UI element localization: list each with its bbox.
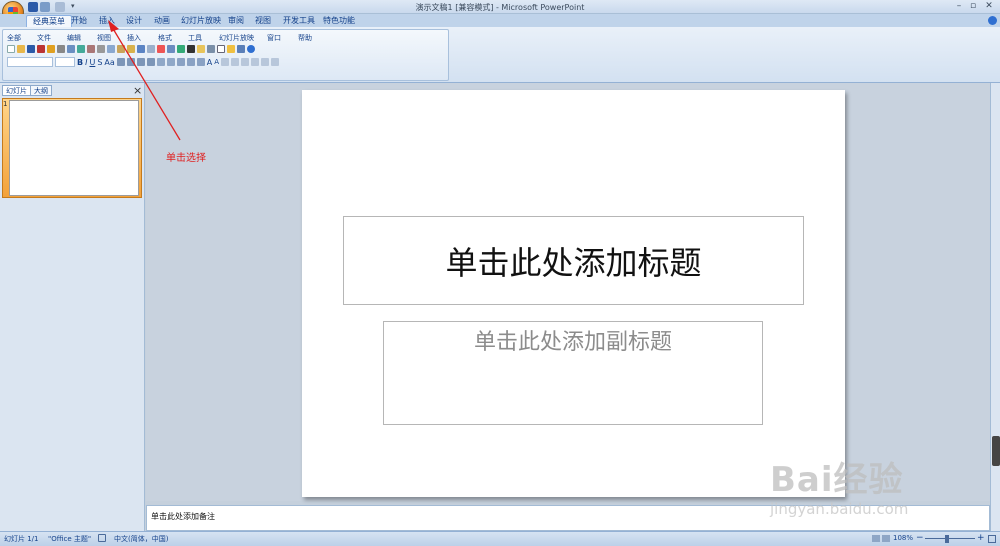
scrollbar-thumb[interactable] bbox=[992, 436, 1000, 466]
annotation-arrow-line bbox=[111, 26, 181, 141]
window-title: 演示文稿1 [兼容模式] - Microsoft PowerPoint bbox=[415, 3, 585, 12]
menu-all[interactable]: 全部 bbox=[7, 33, 21, 43]
quick-styles-icon[interactable] bbox=[251, 58, 260, 66]
zoom-icon[interactable] bbox=[237, 45, 245, 53]
slide-thumbnail-number: 1 bbox=[3, 100, 8, 108]
save-icon[interactable] bbox=[27, 45, 35, 53]
watermark-url: jingyan.baidu.com bbox=[770, 500, 909, 518]
shape-outline-icon[interactable] bbox=[271, 58, 280, 66]
decrease-font-icon[interactable]: A bbox=[214, 58, 219, 66]
annotation-text: 单击选择 bbox=[166, 153, 206, 164]
annotation-arrow bbox=[108, 20, 181, 141]
menu-edit[interactable]: 编辑 bbox=[67, 33, 81, 43]
language-status[interactable]: 中文(简体，中国) bbox=[114, 534, 168, 544]
restore-icon[interactable]: ▫ bbox=[966, 1, 980, 12]
menu-window[interactable]: 窗口 bbox=[267, 33, 281, 43]
classic-menu-panel: 全部 文件 编辑 视图 插入 格式 工具 幻灯片放映 窗口 帮助 B I U S… bbox=[2, 29, 449, 81]
tab-home[interactable]: 开始 bbox=[65, 15, 93, 27]
help-icon[interactable] bbox=[988, 16, 997, 25]
font-name-select[interactable] bbox=[7, 57, 53, 67]
slide-sorter-icon[interactable] bbox=[882, 535, 890, 542]
tab-slides[interactable]: 幻灯片 bbox=[2, 85, 31, 96]
menu-file[interactable]: 文件 bbox=[37, 33, 51, 43]
open-icon[interactable] bbox=[17, 45, 25, 53]
clear-format-icon[interactable] bbox=[221, 58, 230, 66]
title-placeholder[interactable]: 单击此处添加标题 bbox=[343, 216, 804, 305]
tab-features[interactable]: 特色功能 bbox=[317, 15, 361, 27]
spelling-icon[interactable] bbox=[77, 45, 85, 53]
zoom-out-icon[interactable]: − bbox=[916, 533, 924, 543]
font-size-select[interactable] bbox=[55, 57, 75, 67]
tab-outline[interactable]: 大纲 bbox=[30, 85, 52, 96]
shapes-icon[interactable] bbox=[231, 58, 240, 66]
new-slide-icon[interactable] bbox=[197, 45, 205, 53]
slide-layout-icon[interactable] bbox=[207, 45, 215, 53]
subtitle-placeholder[interactable]: 单击此处添加副标题 bbox=[383, 321, 763, 425]
print-icon[interactable] bbox=[57, 45, 65, 53]
shape-fill-icon[interactable] bbox=[261, 58, 270, 66]
zoom-in-icon[interactable]: + bbox=[977, 533, 985, 543]
print-preview-icon[interactable] bbox=[67, 45, 75, 53]
fit-window-icon[interactable] bbox=[988, 535, 996, 543]
permission-icon[interactable] bbox=[37, 45, 45, 53]
slide-count: 幻灯片 1/1 bbox=[4, 535, 39, 543]
menu-tools[interactable]: 工具 bbox=[188, 33, 202, 43]
menu-slideshow[interactable]: 幻灯片放映 bbox=[219, 33, 254, 43]
new-icon[interactable] bbox=[7, 45, 15, 53]
email-icon[interactable] bbox=[47, 45, 55, 53]
tab-review[interactable]: 审阅 bbox=[222, 15, 250, 27]
menu-help[interactable]: 帮助 bbox=[298, 33, 312, 43]
folder-icon[interactable] bbox=[227, 45, 235, 53]
underline-icon[interactable]: U bbox=[89, 58, 95, 67]
indent-icon[interactable] bbox=[196, 58, 205, 66]
tab-developer[interactable]: 开发工具 bbox=[277, 15, 321, 27]
zoom-level[interactable]: 108% bbox=[893, 534, 913, 542]
title-bar: ▾ 演示文稿1 [兼容模式] - Microsoft PowerPoint – … bbox=[0, 0, 1000, 23]
zoom-slider-thumb[interactable] bbox=[945, 535, 949, 543]
close-icon[interactable]: ✕ bbox=[982, 1, 996, 12]
status-bar: 幻灯片 1/1 "Office 主题" 中文(简体，中国) 108% − + bbox=[0, 531, 1000, 546]
spellcheck-icon[interactable] bbox=[98, 534, 106, 542]
watermark-brand: Bai经验 bbox=[770, 460, 904, 500]
italic-icon[interactable]: I bbox=[85, 58, 87, 67]
help-icon[interactable] bbox=[247, 45, 255, 53]
bold-icon[interactable]: B bbox=[77, 58, 83, 67]
arrange-icon[interactable] bbox=[241, 58, 250, 66]
zoom-slider[interactable] bbox=[925, 538, 975, 539]
tab-view[interactable]: 视图 bbox=[249, 15, 277, 27]
theme-name: "Office 主题" bbox=[48, 535, 92, 543]
research-icon[interactable] bbox=[87, 45, 95, 53]
annotation-arrow-head bbox=[108, 20, 119, 32]
minimize-icon[interactable]: – bbox=[952, 1, 966, 12]
increase-font-icon[interactable]: A bbox=[207, 58, 212, 67]
normal-view-icon[interactable] bbox=[872, 535, 880, 542]
textbox-icon[interactable] bbox=[217, 45, 225, 53]
